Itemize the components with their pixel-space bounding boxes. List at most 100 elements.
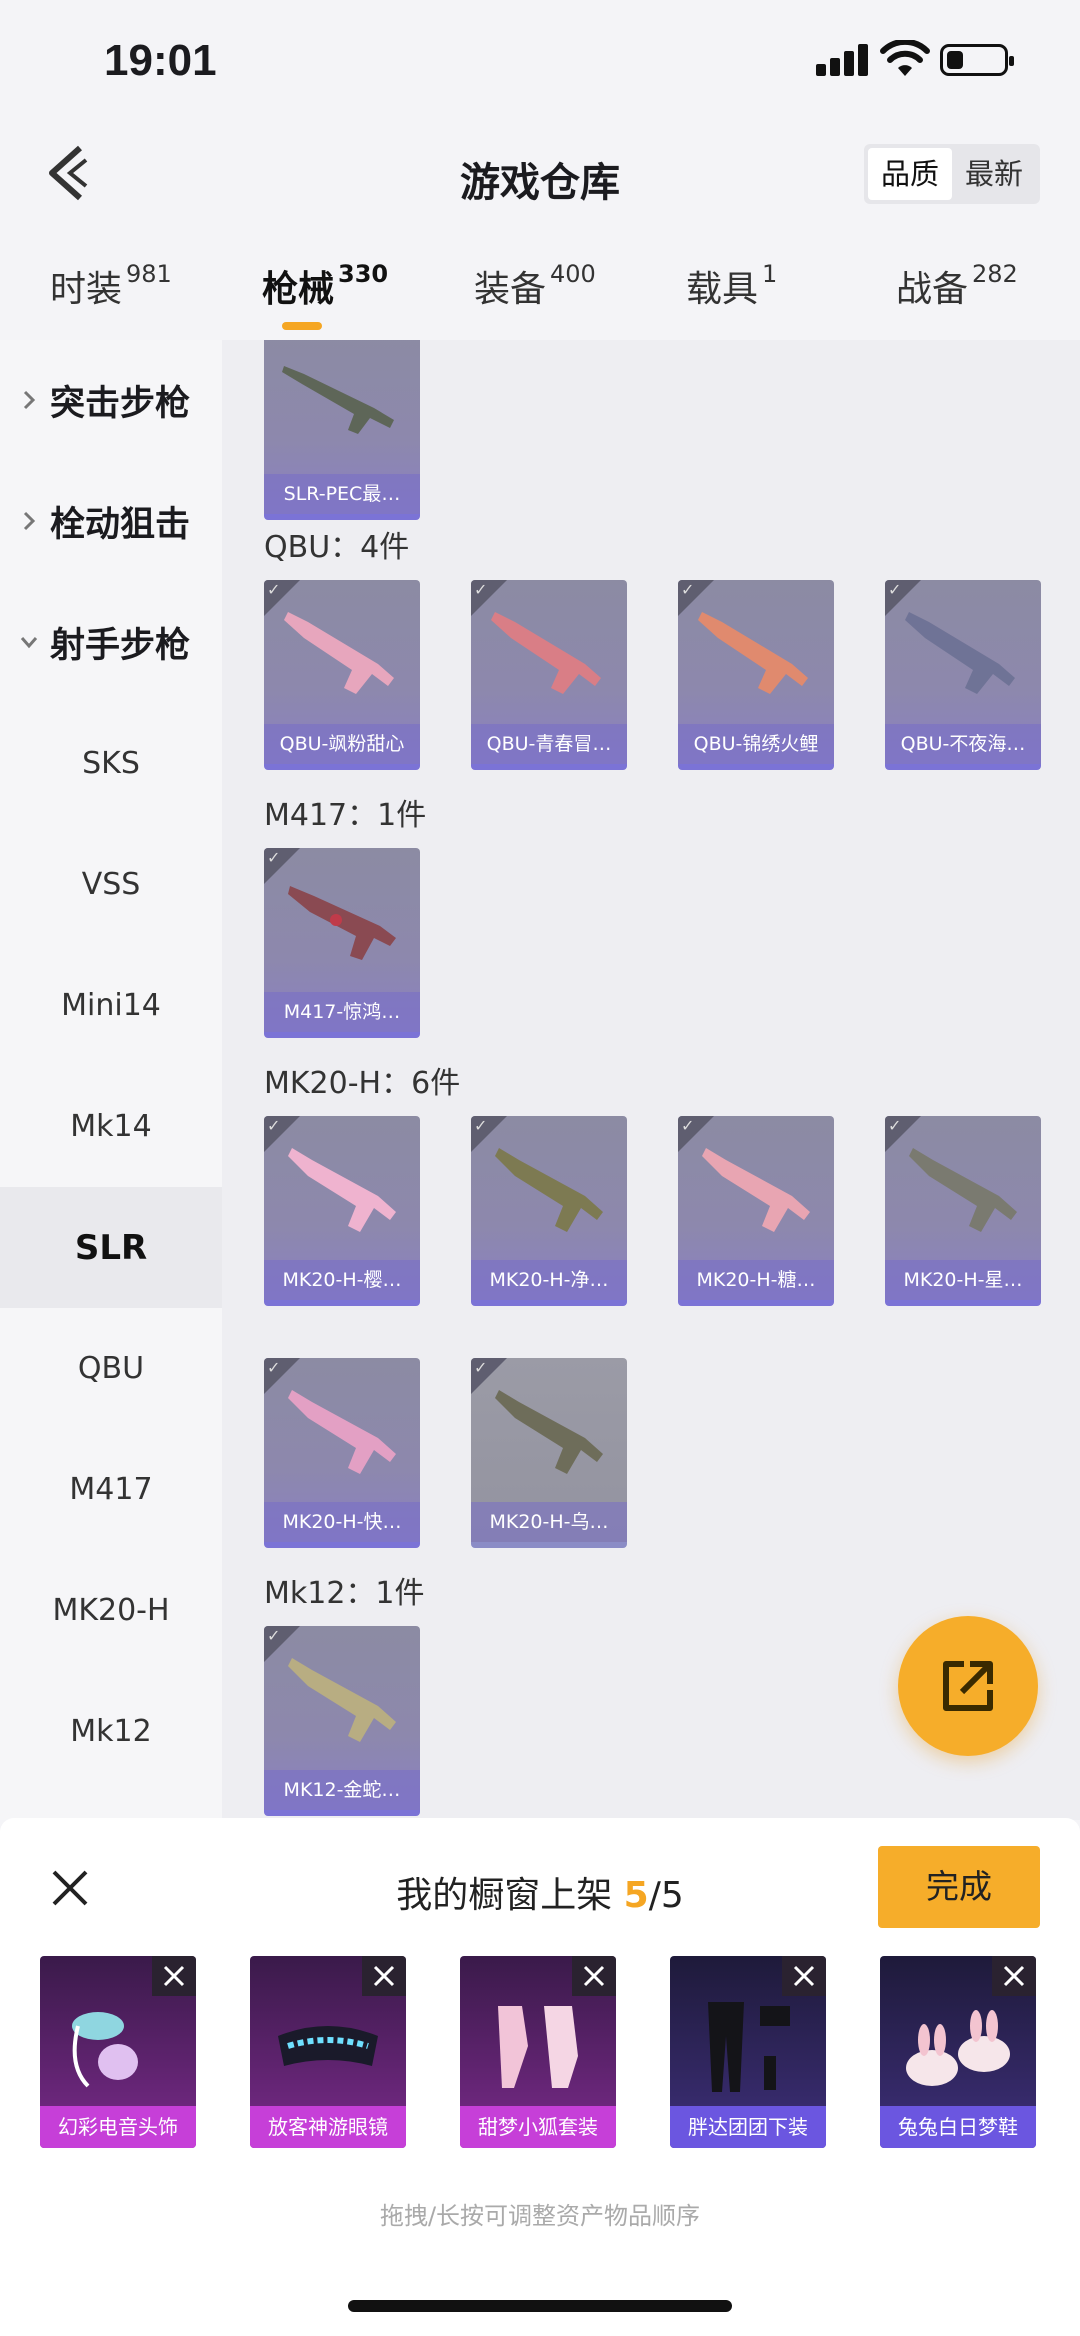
section-label-mk20h: MK20-H：6件 bbox=[264, 1066, 461, 1101]
rifle-icon bbox=[702, 1148, 810, 1232]
showcase-item[interactable]: 幻彩电音头饰 bbox=[40, 1956, 196, 2148]
sidebar-item-mini14[interactable]: Mini14 bbox=[0, 945, 222, 1066]
bunny-slippers-icon bbox=[906, 2010, 1010, 2086]
weapon-card-caption: MK20-H-樱… bbox=[264, 1260, 420, 1300]
weapon-card-caption: MK20-H-净… bbox=[471, 1260, 627, 1300]
close-icon bbox=[1003, 1965, 1025, 1987]
remove-item-button[interactable] bbox=[572, 1956, 616, 1996]
rifle-icon bbox=[288, 1658, 396, 1742]
sidebar-item-qbu[interactable]: QBU bbox=[0, 1308, 222, 1429]
rifle-icon bbox=[495, 1390, 603, 1474]
chevron-right-icon bbox=[23, 390, 36, 410]
weapon-grid: SLR-PEC最… QBU：4件 ✓ QBU-飒粉甜心 ✓ QBU-青春冒… ✓… bbox=[222, 340, 1080, 1820]
showcase-item[interactable]: 兔兔白日梦鞋 bbox=[880, 1956, 1036, 2148]
remove-item-button[interactable] bbox=[152, 1956, 196, 1996]
tab-fashion[interactable]: 时装 981 bbox=[50, 260, 172, 312]
close-icon bbox=[793, 1965, 815, 1987]
remove-item-button[interactable] bbox=[362, 1956, 406, 1996]
sort-option-newest[interactable]: 最新 bbox=[952, 148, 1036, 200]
weapon-card[interactable]: SLR-PEC最… bbox=[264, 340, 420, 520]
sidebar-item-vss[interactable]: VSS bbox=[0, 824, 222, 945]
remove-item-button[interactable] bbox=[782, 1956, 826, 1996]
showcase-item-caption: 放客神游眼镜 bbox=[250, 2106, 406, 2148]
sidebar-item-mk20h[interactable]: MK20-H bbox=[0, 1550, 222, 1671]
chevron-right-icon bbox=[23, 511, 36, 531]
close-icon bbox=[373, 1965, 395, 1987]
weapon-type-sidebar: 突击步枪 栓动狙击 射手步枪 SKS VSS Mini14 Mk14 SLR Q… bbox=[0, 340, 222, 1820]
section-label-m417: M417：1件 bbox=[264, 798, 427, 833]
showcase-panel: 我的橱窗上架 5/5 完成 幻彩电音头饰 放客神游眼镜 甜梦小狐套装 胖达团团下… bbox=[0, 1818, 1080, 2336]
weapon-card[interactable]: ✓ QBU-青春冒… bbox=[471, 580, 627, 770]
sidebar-item-mk12[interactable]: Mk12 bbox=[0, 1671, 222, 1792]
weapon-card-caption: QBU-飒粉甜心 bbox=[264, 724, 420, 764]
rifle-icon bbox=[905, 612, 1015, 694]
category-tabs: 时装 981 枪械 330 装备 400 载具 1 战备 282 bbox=[0, 250, 1080, 340]
section-label-qbu: QBU：4件 bbox=[264, 530, 410, 565]
weapon-card-caption: MK20-H-乌… bbox=[471, 1502, 627, 1542]
close-icon bbox=[163, 1965, 185, 1987]
weapon-card-caption: MK20-H-星… bbox=[885, 1260, 1041, 1300]
showcase-item[interactable]: 甜梦小狐套装 bbox=[460, 1956, 616, 2148]
tab-vehicles[interactable]: 载具 1 bbox=[686, 260, 777, 312]
wifi-icon bbox=[880, 40, 930, 76]
headwear-icon bbox=[72, 2012, 138, 2088]
weapon-card[interactable]: ✓ QBU-飒粉甜心 bbox=[264, 580, 420, 770]
home-indicator[interactable] bbox=[348, 2300, 732, 2312]
sidebar-group-assault-rifles[interactable]: 突击步枪 bbox=[0, 340, 222, 461]
rifle-icon bbox=[495, 1148, 603, 1232]
weapon-card[interactable]: ✓ M417-惊鸿… bbox=[264, 848, 420, 1038]
weapon-card[interactable]: ✓ MK20-H-快… bbox=[264, 1358, 420, 1548]
sidebar-item-slr[interactable]: SLR bbox=[0, 1187, 222, 1308]
rifle-icon bbox=[288, 1390, 396, 1474]
status-time: 19:01 bbox=[104, 36, 217, 85]
weapon-card-caption: QBU-不夜海… bbox=[885, 724, 1041, 764]
weapon-card[interactable]: ✓ MK20-H-糖… bbox=[678, 1116, 834, 1306]
done-button[interactable]: 完成 bbox=[878, 1846, 1040, 1928]
weapon-card[interactable]: ✓ QBU-锦绣火鲤 bbox=[678, 580, 834, 770]
rifle-icon bbox=[288, 1148, 396, 1232]
reorder-hint: 拖拽/长按可调整资产物品顺序 bbox=[379, 2202, 701, 2230]
rifle-icon bbox=[284, 612, 394, 694]
weapon-card-caption: M417-惊鸿… bbox=[264, 992, 420, 1032]
sidebar-item-m417[interactable]: M417 bbox=[0, 1429, 222, 1550]
rifle-icon bbox=[909, 1148, 1017, 1232]
tab-weapons[interactable]: 枪械 330 bbox=[262, 260, 388, 312]
sidebar-item-sks[interactable]: SKS bbox=[0, 703, 222, 824]
showcase-item[interactable]: 放客神游眼镜 bbox=[250, 1956, 406, 2148]
sidebar-group-bolt-snipers[interactable]: 栓动狙击 bbox=[0, 461, 222, 582]
weapon-card-caption: MK20-H-糖… bbox=[678, 1260, 834, 1300]
showcase-item[interactable]: 胖达团团下装 bbox=[670, 1956, 826, 2148]
weapon-card[interactable]: ✓ MK20-H-星… bbox=[885, 1116, 1041, 1306]
weapon-card-caption: MK12-金蛇… bbox=[264, 1770, 420, 1810]
weapon-card[interactable]: ✓ MK20-H-樱… bbox=[264, 1116, 420, 1306]
sidebar-group-marksman-rifles[interactable]: 射手步枪 bbox=[0, 582, 222, 703]
rifle-icon bbox=[288, 886, 396, 960]
weapon-card[interactable]: ✓ MK20-H-乌… bbox=[471, 1358, 627, 1548]
outfit-icon bbox=[498, 2006, 578, 2088]
weapon-card-caption: MK20-H-快… bbox=[264, 1502, 420, 1542]
showcase-item-caption: 幻彩电音头饰 bbox=[40, 2106, 196, 2148]
pants-icon bbox=[708, 2002, 790, 2092]
sidebar-item-mk14[interactable]: Mk14 bbox=[0, 1066, 222, 1187]
cellular-signal-icon bbox=[816, 44, 868, 76]
weapon-card[interactable]: ✓ QBU-不夜海… bbox=[885, 580, 1041, 770]
showcase-item-caption: 兔兔白日梦鞋 bbox=[880, 2106, 1036, 2148]
weapon-card-caption: QBU-锦绣火鲤 bbox=[678, 724, 834, 764]
active-tab-indicator bbox=[282, 322, 322, 330]
weapon-card[interactable]: ✓ MK20-H-净… bbox=[471, 1116, 627, 1306]
tab-combat-gear[interactable]: 战备 282 bbox=[896, 260, 1018, 312]
battery-icon bbox=[940, 44, 1014, 76]
weapon-card[interactable]: ✓ MK12-金蛇… bbox=[264, 1626, 420, 1816]
section-label-mk12: Mk12：1件 bbox=[264, 1576, 425, 1611]
share-button[interactable] bbox=[898, 1616, 1038, 1756]
weapon-card-caption: QBU-青春冒… bbox=[471, 724, 627, 764]
sort-option-quality[interactable]: 品质 bbox=[868, 148, 952, 200]
rifle-icon bbox=[698, 612, 808, 694]
sort-toggle: 品质 最新 bbox=[864, 144, 1040, 204]
showcase-item-caption: 甜梦小狐套装 bbox=[460, 2106, 616, 2148]
top-bar: 游戏仓库 品质 最新 bbox=[0, 120, 1080, 230]
remove-item-button[interactable] bbox=[992, 1956, 1036, 1996]
goggles-icon bbox=[278, 2026, 378, 2066]
tab-equipment[interactable]: 装备 400 bbox=[474, 260, 596, 312]
close-icon bbox=[583, 1965, 605, 1987]
